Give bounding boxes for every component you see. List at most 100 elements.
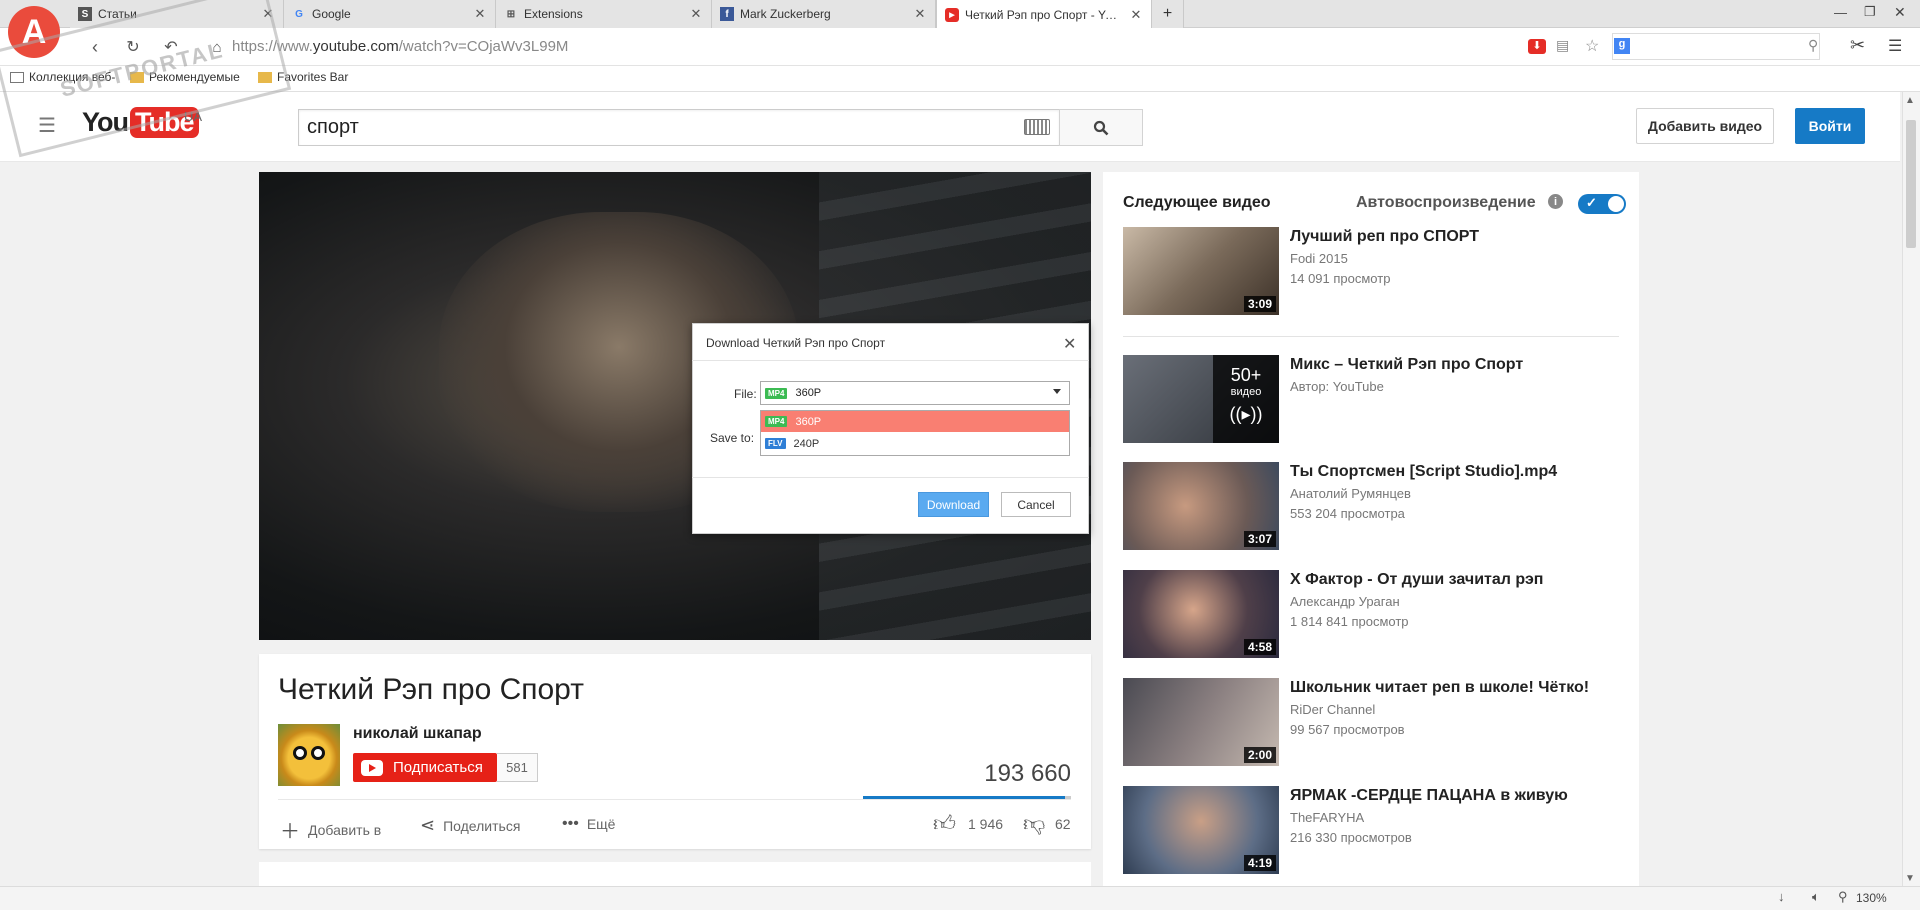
- divider: [1123, 336, 1619, 337]
- restore-icon[interactable]: ❐: [1864, 4, 1876, 20]
- format-option-240p[interactable]: FLV 240P: [761, 433, 1069, 454]
- related-video-item[interactable]: 4:19 ЯРМАК -СЕРДЦЕ ПАЦАНА в живую TheFAR…: [1123, 786, 1623, 878]
- url-host: youtube.com: [312, 38, 399, 55]
- subscribe-label: Подписаться: [393, 759, 483, 776]
- tab-title: Google: [312, 7, 351, 21]
- format-badge: FLV: [765, 438, 786, 449]
- related-video-item[interactable]: 3:07 Ты Спортсмен [Script Studio].mp4 Ан…: [1123, 462, 1623, 554]
- video-thumbnail: 4:58: [1123, 570, 1279, 658]
- scroll-up-icon[interactable]: ▲: [1905, 95, 1915, 106]
- bookmark-star-icon[interactable]: ☆: [1585, 36, 1599, 56]
- scroll-down-icon[interactable]: ▼: [1905, 873, 1915, 884]
- duration-badge: 4:58: [1243, 639, 1276, 655]
- tab-youtube-active[interactable]: ▶ Четкий Рэп про Спорт - YouTube ✕: [936, 0, 1152, 29]
- yt-search-input[interactable]: спорт: [298, 109, 1060, 146]
- format-option-360p[interactable]: MP4 360P: [761, 411, 1069, 432]
- like-count: 1 946: [968, 816, 1004, 832]
- tab-extensions[interactable]: ⊞ Extensions ✕: [496, 0, 712, 28]
- speaker-icon[interactable]: 🔈︎: [1812, 889, 1820, 905]
- upload-video-button[interactable]: Добавить видео: [1636, 108, 1774, 144]
- view-count: 193 660: [984, 760, 1071, 787]
- toggle-knob: [1608, 196, 1624, 212]
- info-icon[interactable]: i: [1548, 194, 1563, 209]
- more-button[interactable]: ••• Ещё: [562, 815, 615, 833]
- scroll-thumb[interactable]: [1906, 120, 1916, 248]
- format-badge: MP4: [765, 387, 788, 399]
- scissors-icon[interactable]: ✂: [1850, 35, 1865, 56]
- duration-badge: 3:09: [1243, 296, 1276, 312]
- related-title: Ты Спортсмен [Script Studio].mp4: [1290, 463, 1558, 480]
- related-channel: Fodi 2015: [1290, 251, 1348, 266]
- yt-search-button[interactable]: [1059, 109, 1143, 146]
- thumbs-down-icon[interactable]: 👎︎: [1023, 810, 1045, 837]
- mix-overlay: 50+ видео ((▸)): [1213, 355, 1279, 443]
- share-button[interactable]: ⋖ Поделиться: [420, 815, 520, 836]
- file-label: File:: [734, 387, 757, 401]
- add-to-button[interactable]: ＋ Добавить в: [280, 815, 381, 844]
- download-extension-icon[interactable]: ⬇: [1528, 39, 1546, 54]
- browser-search-input[interactable]: [1612, 33, 1820, 60]
- subscriber-count: 581: [497, 753, 538, 782]
- related-views: 553 204 просмотра: [1290, 506, 1405, 521]
- selected-quality: 360P: [795, 387, 822, 399]
- video-thumbnail: 3:09: [1123, 227, 1279, 315]
- related-views: 99 567 просмотров: [1290, 722, 1405, 737]
- divider: [692, 477, 1089, 478]
- url-path: /watch?v=COjaWv3L99M: [398, 38, 569, 55]
- tab-title: Mark Zuckerberg: [740, 7, 831, 21]
- menu-icon[interactable]: ☰: [1888, 36, 1902, 56]
- new-tab-button[interactable]: +: [1152, 0, 1184, 28]
- tab-title: Extensions: [524, 7, 583, 21]
- related-mix-item[interactable]: 50+ видео ((▸)) Микс – Четкий Рэп про Сп…: [1123, 355, 1623, 447]
- option-label: 240P: [793, 437, 820, 450]
- action-label: Ещё: [586, 816, 616, 832]
- up-next-heading: Следующее видео: [1123, 194, 1271, 211]
- magnifier-icon[interactable]: ⚲: [1808, 37, 1818, 54]
- close-icon[interactable]: ✕: [913, 6, 927, 22]
- related-channel: RiDer Channel: [1290, 702, 1376, 717]
- keyboard-icon[interactable]: [1024, 119, 1050, 135]
- related-video-item[interactable]: 4:58 Х Фактор - От души зачитал рэп Алек…: [1123, 570, 1623, 662]
- autoplay-toggle[interactable]: ✓: [1578, 194, 1626, 214]
- close-icon[interactable]: ✕: [689, 6, 703, 22]
- zoom-icon[interactable]: ⚲: [1838, 889, 1848, 905]
- related-video-item[interactable]: 3:09 Лучший реп про СПОРТ Fodi 2015 14 0…: [1123, 227, 1623, 319]
- download-button[interactable]: Download: [918, 492, 989, 517]
- window-close-icon[interactable]: ✕: [1894, 4, 1906, 21]
- minimize-icon[interactable]: —: [1834, 5, 1847, 20]
- close-icon[interactable]: ✕: [473, 6, 487, 22]
- dislike-count: 62: [1055, 816, 1071, 832]
- channel-name[interactable]: николай шкапар: [353, 725, 482, 743]
- facebook-icon: f: [720, 7, 734, 21]
- action-label: Добавить в: [308, 821, 382, 838]
- zoom-level[interactable]: 130%: [1856, 891, 1887, 905]
- duration-badge: 4:19: [1243, 855, 1276, 871]
- cancel-button[interactable]: Cancel: [1001, 492, 1071, 517]
- address-bar[interactable]: https://www. youtube.com/watch?v=COjaWv3L…: [232, 33, 1548, 60]
- tab-facebook[interactable]: f Mark Zuckerberg ✕: [712, 0, 936, 28]
- channel-avatar[interactable]: [278, 724, 340, 786]
- chevron-down-icon[interactable]: [1053, 389, 1061, 394]
- save-to-label: Save to:: [710, 431, 755, 445]
- translate-icon[interactable]: ▤: [1556, 37, 1569, 54]
- autoplay-label: Автовоспроизведение: [1356, 194, 1536, 211]
- divider: [278, 799, 1071, 800]
- duration-badge: 3:07: [1243, 531, 1276, 547]
- sign-in-button[interactable]: Войти: [1795, 108, 1865, 144]
- dialog-close-icon[interactable]: ✕: [1063, 334, 1076, 354]
- plus-icon: ＋: [280, 821, 300, 843]
- related-video-item[interactable]: 2:00 Школьник читает реп в школе! Чётко!…: [1123, 678, 1623, 770]
- dialog-title: Download Четкий Рэп про Спорт: [706, 336, 886, 350]
- avatar-eye: [311, 746, 325, 760]
- subscribe-button[interactable]: Подписаться: [353, 753, 497, 782]
- youtube-play-icon: [361, 759, 383, 776]
- close-icon[interactable]: ✕: [1129, 7, 1143, 23]
- tab-google[interactable]: G Google ✕: [284, 0, 496, 28]
- thumbs-up-icon[interactable]: 👍︎: [933, 810, 956, 837]
- mix-label: видео: [1230, 386, 1262, 398]
- related-title: ЯРМАК -СЕРДЦЕ ПАЦАНА в живую: [1290, 787, 1568, 804]
- related-views: 14 091 просмотр: [1290, 271, 1391, 286]
- tab-title: Четкий Рэп про Спорт - YouTube: [965, 7, 1123, 22]
- download-arrow-icon[interactable]: ↓: [1778, 889, 1785, 904]
- file-format-select[interactable]: MP4 360P: [760, 381, 1070, 405]
